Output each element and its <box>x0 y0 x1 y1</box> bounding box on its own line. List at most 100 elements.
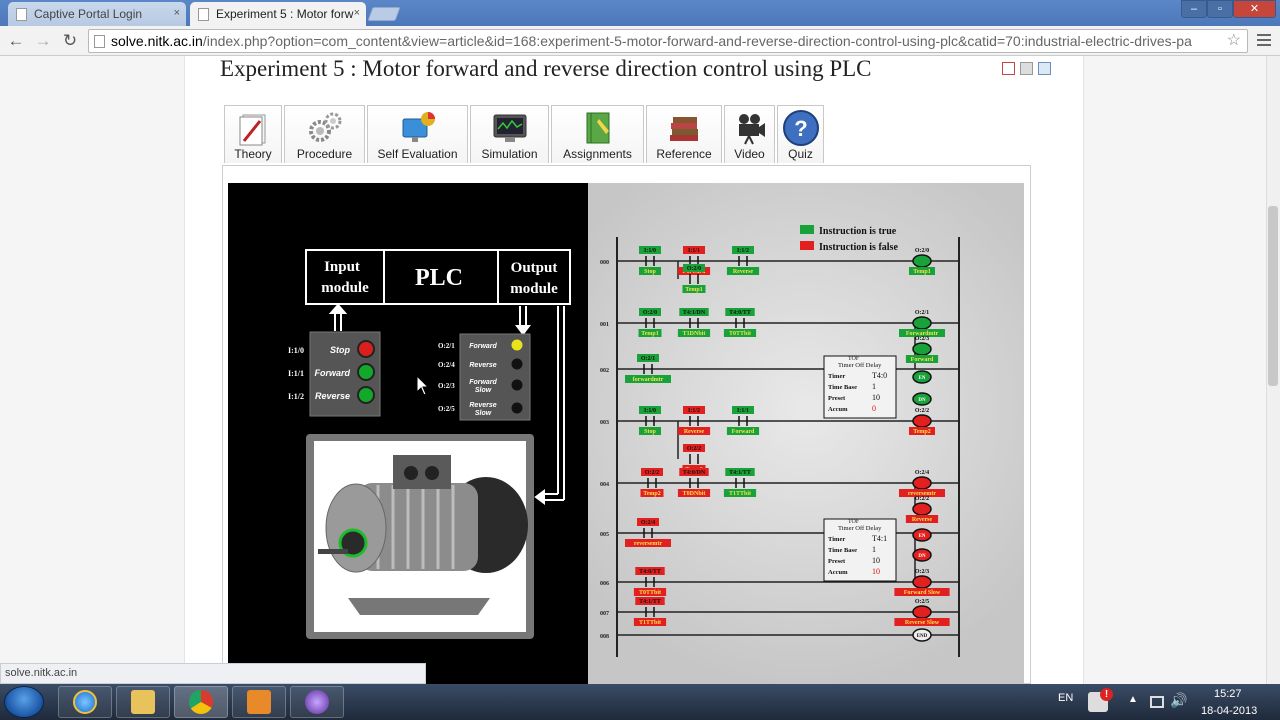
timer-title: Timer Off Delay <box>838 525 882 532</box>
output-address: O:2/4 <box>438 361 455 369</box>
minimize-button[interactable]: – <box>1181 0 1207 18</box>
coil-name: Temp2 <box>913 429 930 435</box>
show-hidden-icons[interactable]: ▲ <box>1128 694 1138 705</box>
contact-address: T4:1/TT <box>639 599 661 605</box>
timer-field-value: 10 <box>872 393 880 402</box>
timer-field-label: Accum <box>828 406 848 413</box>
timer-block: TOFTimer Off DelayTimer T4:0Time Base 1Pre… <box>823 355 897 419</box>
tab-self-evaluation[interactable]: Self Evaluation <box>367 105 468 163</box>
coil-address: O:2/1 <box>915 310 929 316</box>
tab-experiment-5[interactable]: Experiment 5 : Motor forw × <box>190 2 366 26</box>
tab-reference[interactable]: Reference <box>646 105 722 163</box>
back-icon[interactable]: ← <box>5 30 27 52</box>
contact-address: O:2/0 <box>687 266 701 272</box>
ladder-diagram: Instruction is true Instruction is false… <box>600 225 960 657</box>
output-lamp <box>510 401 524 415</box>
output-lamp <box>510 338 524 352</box>
input-name: Forward <box>314 368 350 378</box>
coil-name: Forward Slow <box>904 590 941 596</box>
network-icon[interactable] <box>1150 696 1164 708</box>
tab-label: Reference <box>656 147 712 161</box>
scrollbar-thumb[interactable] <box>1268 206 1278 386</box>
close-tab-icon[interactable]: × <box>354 7 360 19</box>
clock-time[interactable]: 15:27 <box>1214 688 1242 700</box>
contact-address: I:1/2 <box>688 408 700 414</box>
timer-field-label: Accum <box>828 569 848 576</box>
tab-assignments[interactable]: Assignments <box>551 105 644 163</box>
tab-label: Assignments <box>563 147 632 161</box>
simulation-canvas: Input module PLC Output module I:1/0 StopI:… <box>288 225 960 657</box>
contact-address: O:2/0 <box>643 310 657 316</box>
rung-number: 006 <box>600 581 609 587</box>
start-button[interactable] <box>4 686 44 718</box>
tab-quiz[interactable]: ? Quiz <box>777 105 824 163</box>
close-window-button[interactable]: ✕ <box>1233 0 1276 18</box>
output-module-line2: module <box>510 281 558 297</box>
pdf-icon[interactable] <box>1002 62 1015 75</box>
contact-name: T0DNbit <box>683 491 706 497</box>
contact-name: T1TTbit <box>729 491 751 497</box>
coil-name: Reverse <box>912 517 933 523</box>
tab-simulation[interactable]: Simulation <box>470 105 549 163</box>
address-bar[interactable]: solve.nitk.ac.in/index.php?option=com_co… <box>88 29 1248 53</box>
menu-icon[interactable] <box>1254 31 1274 51</box>
tab-video[interactable]: Video <box>724 105 775 163</box>
media-player-button[interactable] <box>232 686 286 718</box>
coil-name: Reverse Slow <box>905 620 940 626</box>
tab-theory[interactable]: Theory <box>224 105 282 163</box>
timer-field-value: T4:0 <box>872 371 887 380</box>
coil-address: O:2/3 <box>915 336 929 342</box>
new-tab-button[interactable] <box>367 7 401 21</box>
timer-field-label: Time Base <box>828 547 857 554</box>
explorer-button[interactable] <box>116 686 170 718</box>
rung-number: 000 <box>600 260 609 266</box>
app-icon <box>305 690 329 714</box>
internet-explorer-button[interactable] <box>58 686 112 718</box>
coil-symbol <box>912 342 932 356</box>
ladder-coil: O:2/2 Reverse <box>905 496 939 523</box>
output-name: Slow <box>475 410 492 417</box>
tab-captive-portal[interactable]: Captive Portal Login × <box>8 2 186 26</box>
contact-address: T4:0/DN <box>683 470 706 476</box>
ladder-coil: DN <box>912 548 932 562</box>
app-button[interactable] <box>290 686 344 718</box>
contact-address: O:2/4 <box>641 520 655 526</box>
simulation-monitor-icon <box>493 114 526 142</box>
input-address: I:1/1 <box>288 369 304 378</box>
bookmark-star-icon[interactable]: ☆ <box>1227 30 1241 52</box>
input-address: I:1/2 <box>288 392 304 401</box>
maximize-button[interactable]: ▫ <box>1207 0 1233 18</box>
print-icon[interactable] <box>1020 62 1033 75</box>
input-button[interactable] <box>357 363 375 381</box>
ladder-coil: END <box>912 628 932 642</box>
close-tab-icon[interactable]: × <box>174 7 180 19</box>
film-camera-icon <box>738 114 765 145</box>
tab-title: Experiment 5 : Motor forw <box>216 7 354 21</box>
reload-icon[interactable]: ↻ <box>59 30 81 52</box>
ladder-coil: EN <box>912 370 932 384</box>
coil-symbol <box>912 575 932 589</box>
input-module-line2: module <box>321 280 369 296</box>
timer-field-value: T4:1 <box>872 534 887 543</box>
coil-address: O:2/2 <box>915 496 929 502</box>
input-rows: I:1/0 Stop I:1/1 Forward I:1/2 Reverse <box>288 340 375 404</box>
input-button[interactable] <box>357 386 375 404</box>
clock-date[interactable]: 18-04-2013 <box>1201 705 1257 717</box>
plc-label: PLC <box>415 265 463 291</box>
language-indicator[interactable]: EN <box>1058 692 1073 704</box>
output-name: Reverse <box>469 402 496 409</box>
legend-true-label: Instruction is true <box>819 226 897 237</box>
ladder-coil: DN <box>912 392 932 406</box>
email-icon[interactable] <box>1038 62 1051 75</box>
tab-label: Theory <box>234 147 272 161</box>
volume-icon[interactable]: 🔊 <box>1170 692 1187 709</box>
page-icon <box>94 35 105 48</box>
tab-procedure[interactable]: Procedure <box>284 105 365 163</box>
forward-icon[interactable]: → <box>32 30 54 52</box>
rung-number: 003 <box>600 420 609 426</box>
input-button[interactable] <box>357 340 375 358</box>
chrome-button[interactable] <box>174 686 228 718</box>
output-module-label: Output module <box>510 260 558 297</box>
timer-field-value: 1 <box>872 545 876 554</box>
contact-address: I:1/0 <box>644 408 656 414</box>
